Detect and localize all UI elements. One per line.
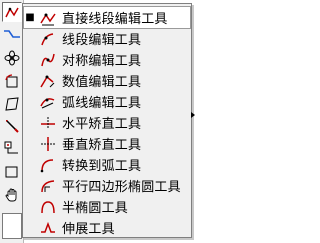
arc-edit-icon	[38, 93, 58, 111]
step-line-tool-icon[interactable]	[2, 24, 22, 44]
rotate-square-tool-icon[interactable]	[2, 72, 22, 92]
menu-item-half-ellipse[interactable]: 半椭圆工具	[24, 196, 190, 217]
menu-item-segment-edit[interactable]: 线段编辑工具	[24, 28, 190, 49]
menu-item-parallelogram-ellipse[interactable]: 平行四边形椭圆工具	[24, 175, 190, 196]
menu-item-label: 半椭圆工具	[62, 201, 129, 216]
parallelogram-ellipse-icon	[38, 177, 58, 195]
menu-item-arc-edit[interactable]: 弧线编辑工具	[24, 91, 190, 112]
line-curve-tool-icon[interactable]	[2, 2, 22, 22]
menu-item-vertical-straighten[interactable]: 垂直矫直工具	[24, 133, 190, 154]
stretch-icon	[38, 219, 58, 237]
menu-item-label: 平行四边形椭圆工具	[62, 180, 181, 195]
menu-item-label: 对称编辑工具	[62, 54, 142, 69]
horizontal-straighten-icon	[38, 114, 58, 132]
numeric-edit-icon	[38, 72, 58, 90]
menu-item-numeric-edit[interactable]: 数值编辑工具	[24, 70, 190, 91]
parallelogram-tool-icon[interactable]	[2, 94, 22, 114]
direct-segment-edit-icon	[38, 9, 58, 27]
convert-to-arc-icon	[38, 156, 58, 174]
menu-item-label: 伸展工具	[62, 222, 115, 237]
menu-item-label: 数值编辑工具	[62, 75, 142, 90]
menu-item-convert-to-arc[interactable]: 转换到弧工具	[24, 154, 190, 175]
menu-item-label: 直接线段编辑工具	[62, 12, 168, 27]
four-petal-tool-icon[interactable]	[2, 48, 22, 68]
menu-item-stretch[interactable]: 伸展工具	[24, 217, 190, 238]
pen-tool-icon[interactable]	[2, 116, 22, 136]
menu-item-label: 弧线编辑工具	[62, 96, 142, 111]
left-toolbar	[0, 0, 24, 243]
menu-item-label: 水平矫直工具	[62, 117, 142, 132]
segment-edit-icon	[38, 30, 58, 48]
menu-item-label: 垂直矫直工具	[62, 138, 142, 153]
hand-tool-icon[interactable]	[2, 185, 22, 205]
color-swatch[interactable]	[2, 213, 22, 239]
menu-item-symmetric-edit[interactable]: 对称编辑工具	[24, 49, 190, 70]
half-ellipse-icon	[38, 198, 58, 216]
menu-item-direct-segment-edit[interactable]: ■ 直接线段编辑工具	[23, 6, 191, 29]
checked-indicator: ■	[25, 12, 35, 23]
menu-item-label: 线段编辑工具	[62, 33, 142, 48]
menu-item-horizontal-straighten[interactable]: 水平矫直工具	[24, 112, 190, 133]
rectangle-tool-icon[interactable]	[2, 162, 22, 182]
vertical-straighten-icon	[38, 135, 58, 153]
edit-tools-popup-menu: ■ 直接线段编辑工具 线段编辑工具 对称编辑工具 数值编辑工具 弧线编辑工具 水…	[22, 3, 192, 238]
app-window: ■ 直接线段编辑工具 线段编辑工具 对称编辑工具 数值编辑工具 弧线编辑工具 水…	[0, 0, 201, 243]
menu-item-label: 转换到弧工具	[62, 159, 142, 174]
submenu-arrow-icon	[191, 112, 195, 118]
connector-tool-icon[interactable]	[2, 139, 22, 159]
symmetric-edit-icon	[38, 51, 58, 69]
